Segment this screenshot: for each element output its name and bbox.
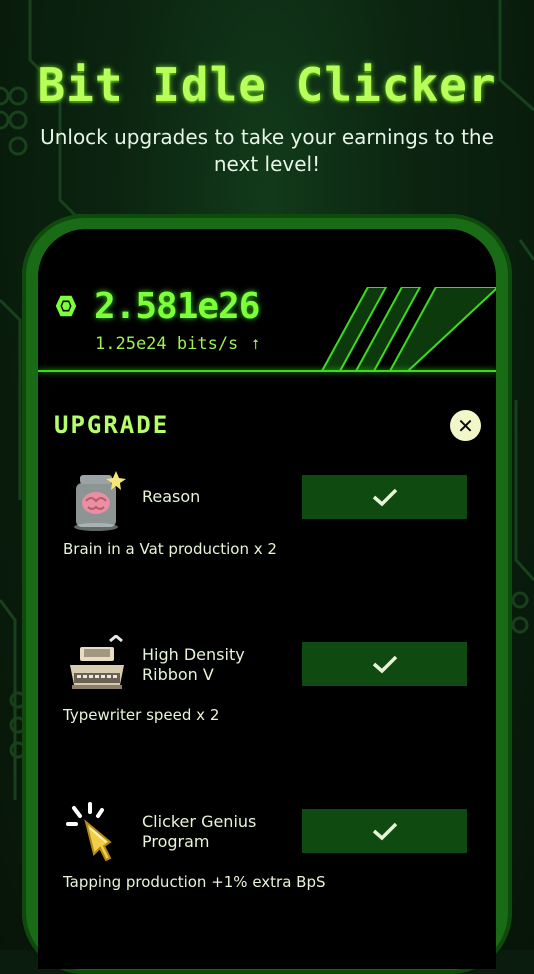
- upgrade-description: Tapping production +1% extra BpS: [63, 873, 326, 891]
- upgrade-item: High Density Ribbon V Typewriter speed x…: [38, 635, 496, 755]
- bits-rate: 1.25e24 bits/s ⭡: [95, 334, 259, 354]
- tapping-hand-icon: [66, 802, 112, 862]
- total-bits: 2.581e26: [94, 286, 260, 327]
- close-button[interactable]: ✕: [450, 410, 481, 441]
- purchased-button[interactable]: [302, 809, 467, 853]
- upgrade-description: Typewriter speed x 2: [63, 706, 220, 724]
- phone-screen: 2.581e26 1.25e24 bits/s ⭡ UPGRADE ✕ Reas…: [38, 229, 496, 969]
- divider-line: [38, 370, 496, 372]
- upgrade-item: Reason Brain in a Vat production x 2: [38, 469, 496, 589]
- checkmark-icon: [372, 655, 397, 674]
- app-subtitle: Unlock upgrades to take your earnings to…: [40, 125, 494, 176]
- upgrade-description: Brain in a Vat production x 2: [63, 540, 277, 558]
- typewriter-icon: [70, 635, 124, 689]
- brain-jar-icon: [74, 471, 126, 531]
- bit-coin-icon: [55, 295, 77, 317]
- upgrade-name: High Density Ribbon V: [142, 645, 245, 684]
- purchased-button[interactable]: [302, 475, 467, 519]
- upgrade-name: Reason: [142, 487, 201, 506]
- app-title: Bit Idle Clicker: [37, 58, 497, 112]
- close-icon: ✕: [457, 413, 474, 438]
- panel-title: UPGRADE: [54, 411, 170, 439]
- double-chevron-up-icon: ⭡: [252, 337, 260, 353]
- upgrade-name: Clicker Genius Program: [142, 812, 257, 851]
- checkmark-icon: [372, 822, 397, 841]
- upgrade-item: Clicker Genius Program Tapping productio…: [38, 802, 496, 922]
- bits-rate-value: 1.25e24 bits/s: [95, 334, 239, 354]
- checkmark-icon: [372, 488, 397, 507]
- purchased-button[interactable]: [302, 642, 467, 686]
